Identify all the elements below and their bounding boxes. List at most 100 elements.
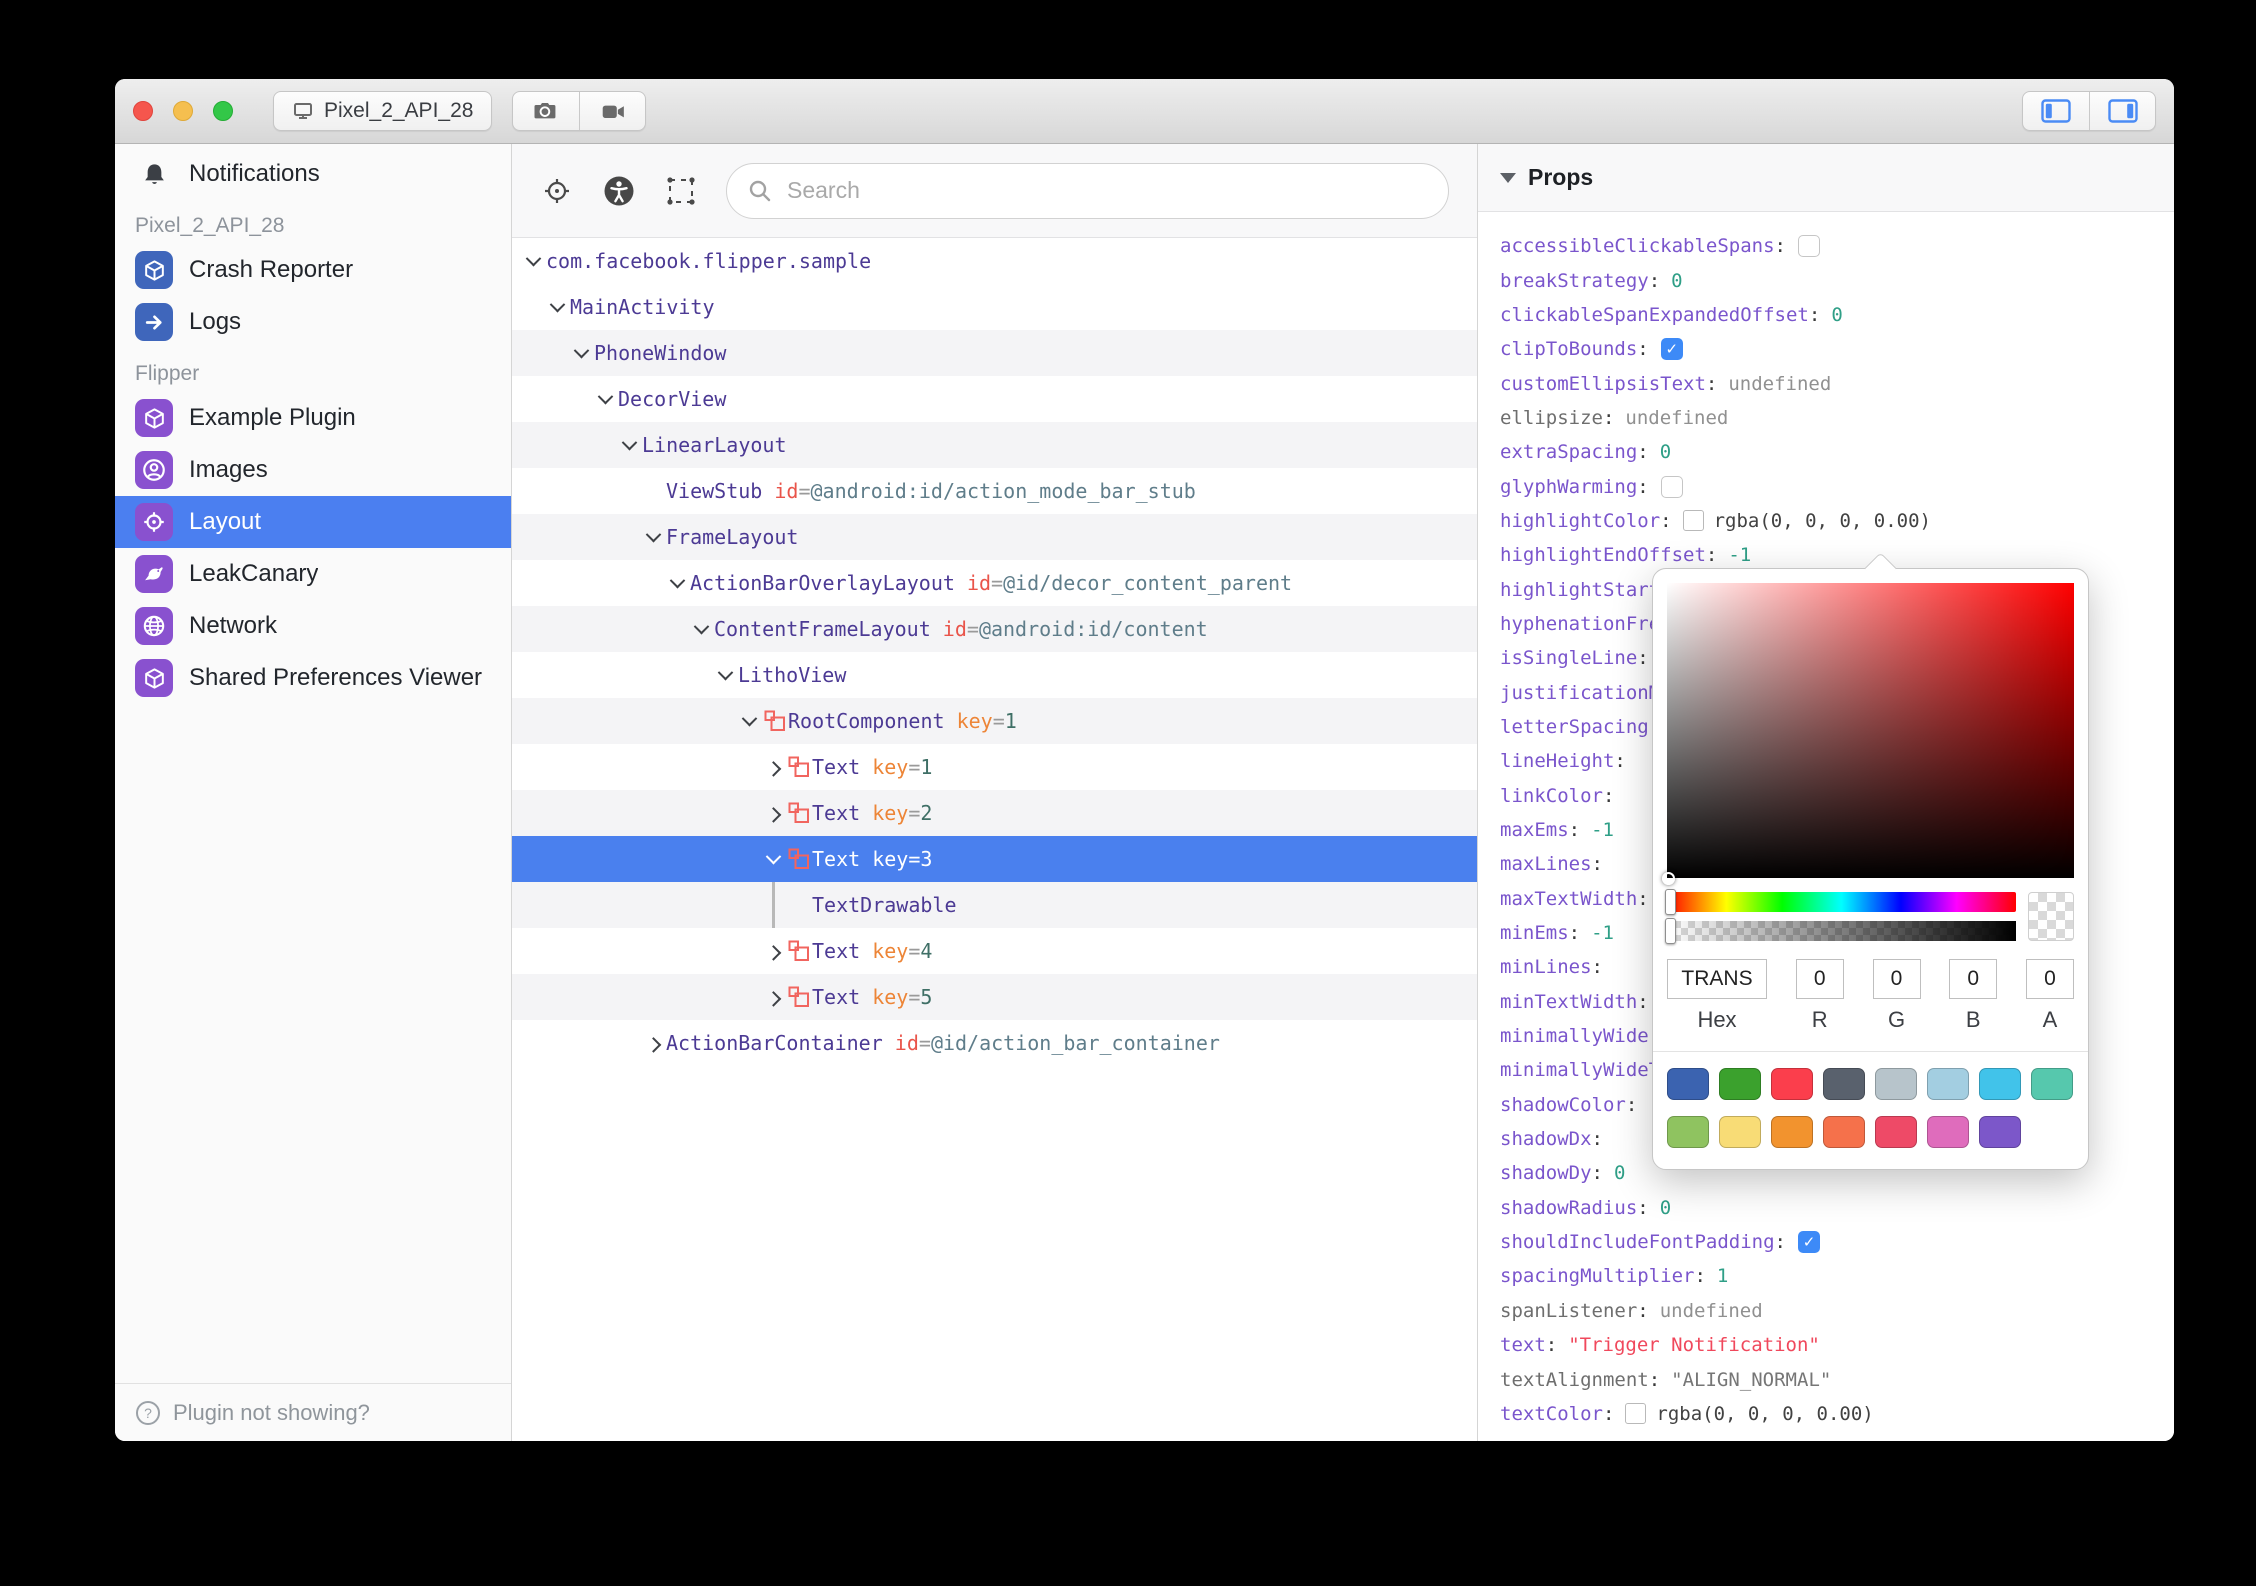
screen-record-button[interactable] <box>579 92 645 130</box>
tree-row[interactable]: ActionBarOverlayLayout id = @id/decor_cont… <box>512 560 1477 606</box>
tree-row[interactable]: LinearLayout <box>512 422 1477 468</box>
color-swatch[interactable] <box>1771 1116 1813 1148</box>
chevron-down-icon[interactable] <box>765 848 781 864</box>
color-swatch[interactable] <box>1682 510 1704 532</box>
screenshot-button[interactable] <box>513 92 579 130</box>
plugin-help-link[interactable]: ? Plugin not showing? <box>115 1383 511 1441</box>
tree-row[interactable]: ActionBarContainer id = @id/action_bar_con… <box>512 1020 1477 1066</box>
chevron-down-icon[interactable] <box>621 434 637 450</box>
props-section-header[interactable]: Props <box>1478 144 2174 212</box>
hue-slider[interactable] <box>1665 889 2016 915</box>
prop-value: 0 <box>1659 441 1672 464</box>
tree-row[interactable]: ViewStub id = @android:id/action_mode_bar_… <box>512 468 1477 514</box>
checkbox[interactable] <box>1798 235 1820 258</box>
close-window-button[interactable] <box>133 101 153 121</box>
chevron-right-icon[interactable] <box>765 806 781 823</box>
accessibility-mode-button[interactable] <box>602 174 636 208</box>
titlebar[interactable]: Pixel_2_API_28 <box>115 79 2174 144</box>
sidebar-item-notifications[interactable]: Notifications <box>115 148 511 200</box>
tree-row[interactable]: Text key = 3 <box>512 836 1477 882</box>
chevron-down-icon[interactable] <box>645 526 661 542</box>
sidebar-item-network[interactable]: Network <box>115 600 511 652</box>
sidebar-item-leakcanary[interactable]: LeakCanary <box>115 548 511 600</box>
color-swatch[interactable] <box>2031 1068 2073 1100</box>
color-swatch[interactable] <box>1625 1403 1647 1425</box>
toggle-right-sidebar-button[interactable] <box>2089 92 2155 130</box>
color-swatch[interactable] <box>1875 1116 1917 1148</box>
cube-icon <box>135 399 173 437</box>
checkbox[interactable] <box>1660 475 1683 498</box>
chevron-down-icon[interactable] <box>525 250 541 266</box>
tree-row[interactable]: TextDrawable <box>512 882 1477 928</box>
color-swatch[interactable] <box>1927 1068 1969 1100</box>
hex-input[interactable] <box>1667 959 1767 999</box>
chevron-down-icon[interactable] <box>573 342 589 358</box>
prop-value: undefined <box>1625 406 1729 429</box>
chevron-right-icon[interactable] <box>645 1036 661 1053</box>
color-swatch[interactable] <box>1979 1068 2021 1100</box>
red-input[interactable] <box>1795 959 1844 999</box>
blue-input[interactable] <box>1949 959 1998 999</box>
alpha-input[interactable] <box>2026 959 2074 999</box>
tree-node-name: RootComponent <box>788 709 945 733</box>
sidebar-item-shared-preferences-viewer[interactable]: Shared Preferences Viewer <box>115 652 511 704</box>
chevron-down-icon[interactable] <box>693 618 709 634</box>
minimize-window-button[interactable] <box>173 101 193 121</box>
tree-row[interactable]: com.facebook.flipper.sample <box>512 238 1477 284</box>
sidebar-item-images[interactable]: Images <box>115 444 511 496</box>
color-swatch[interactable] <box>1667 1068 1709 1100</box>
color-swatch[interactable] <box>1823 1116 1865 1148</box>
saturation-value-area[interactable] <box>1662 583 2074 885</box>
tree-row[interactable]: RootComponent key = 1 <box>512 698 1477 744</box>
tree-row[interactable]: Text key = 1 <box>512 744 1477 790</box>
tree-row[interactable]: Text key = 2 <box>512 790 1477 836</box>
chevron-right-icon[interactable] <box>765 990 781 1007</box>
tree-row[interactable]: MainActivity <box>512 284 1477 330</box>
color-swatch[interactable] <box>1927 1116 1969 1148</box>
search-box[interactable] <box>726 162 1449 219</box>
chevron-down-icon[interactable] <box>717 664 733 680</box>
color-swatch[interactable] <box>1667 1116 1709 1148</box>
tree-row[interactable]: ContentFrameLayout id = @android:id/conten… <box>512 606 1477 652</box>
checkbox[interactable]: ✓ <box>1660 338 1683 361</box>
prop-key: clickableSpanExpandedOffset <box>1500 303 1809 326</box>
sidebar-item-layout[interactable]: Layout <box>115 496 511 548</box>
alpha-slider-handle[interactable] <box>1665 918 1676 944</box>
chevron-down-icon[interactable] <box>597 388 613 404</box>
alpha-slider[interactable] <box>1665 918 2016 944</box>
color-swatch[interactable] <box>1979 1116 2021 1148</box>
prop-value: -1 <box>1728 544 1752 567</box>
tree-row[interactable]: PhoneWindow <box>512 330 1477 376</box>
sidebar-item-crash-reporter[interactable]: Crash Reporter <box>115 244 511 296</box>
sidebar-item-logs[interactable]: Logs <box>115 296 511 348</box>
zoom-window-button[interactable] <box>213 101 233 121</box>
chevron-down-icon[interactable] <box>741 710 757 726</box>
color-swatch[interactable] <box>1823 1068 1865 1100</box>
flipper-window: Pixel_2_API_28 Notifications Pixel_2_API… <box>115 79 2174 1441</box>
tree-row[interactable]: Text key = 5 <box>512 974 1477 1020</box>
hue-slider-handle[interactable] <box>1665 889 1676 915</box>
chevron-down-icon[interactable] <box>549 296 565 312</box>
color-swatch[interactable] <box>1771 1068 1813 1100</box>
tree-row[interactable]: DecorView <box>512 376 1477 422</box>
tree-row[interactable]: LithoView <box>512 652 1477 698</box>
green-input[interactable] <box>1872 959 1921 999</box>
attr-equals: = <box>798 479 811 503</box>
sidebar-item-example-plugin[interactable]: Example Plugin <box>115 392 511 444</box>
sv-cursor[interactable] <box>1662 872 1675 885</box>
color-swatch[interactable] <box>1719 1116 1761 1148</box>
color-swatch[interactable] <box>1875 1068 1917 1100</box>
checkbox[interactable]: ✓ <box>1798 1231 1820 1254</box>
tree-row[interactable]: Text key = 4 <box>512 928 1477 974</box>
target-mode-button[interactable] <box>540 174 574 208</box>
toggle-left-sidebar-button[interactable] <box>2023 92 2089 130</box>
attr-space <box>931 617 943 641</box>
color-swatch[interactable] <box>1719 1068 1761 1100</box>
tree-row[interactable]: FrameLayout <box>512 514 1477 560</box>
chevron-down-icon[interactable] <box>669 572 685 588</box>
search-input[interactable] <box>787 177 1428 204</box>
chevron-right-icon[interactable] <box>765 760 781 777</box>
chevron-right-icon[interactable] <box>765 944 781 961</box>
device-selector-button[interactable]: Pixel_2_API_28 <box>273 91 493 131</box>
select-element-button[interactable] <box>664 174 698 208</box>
